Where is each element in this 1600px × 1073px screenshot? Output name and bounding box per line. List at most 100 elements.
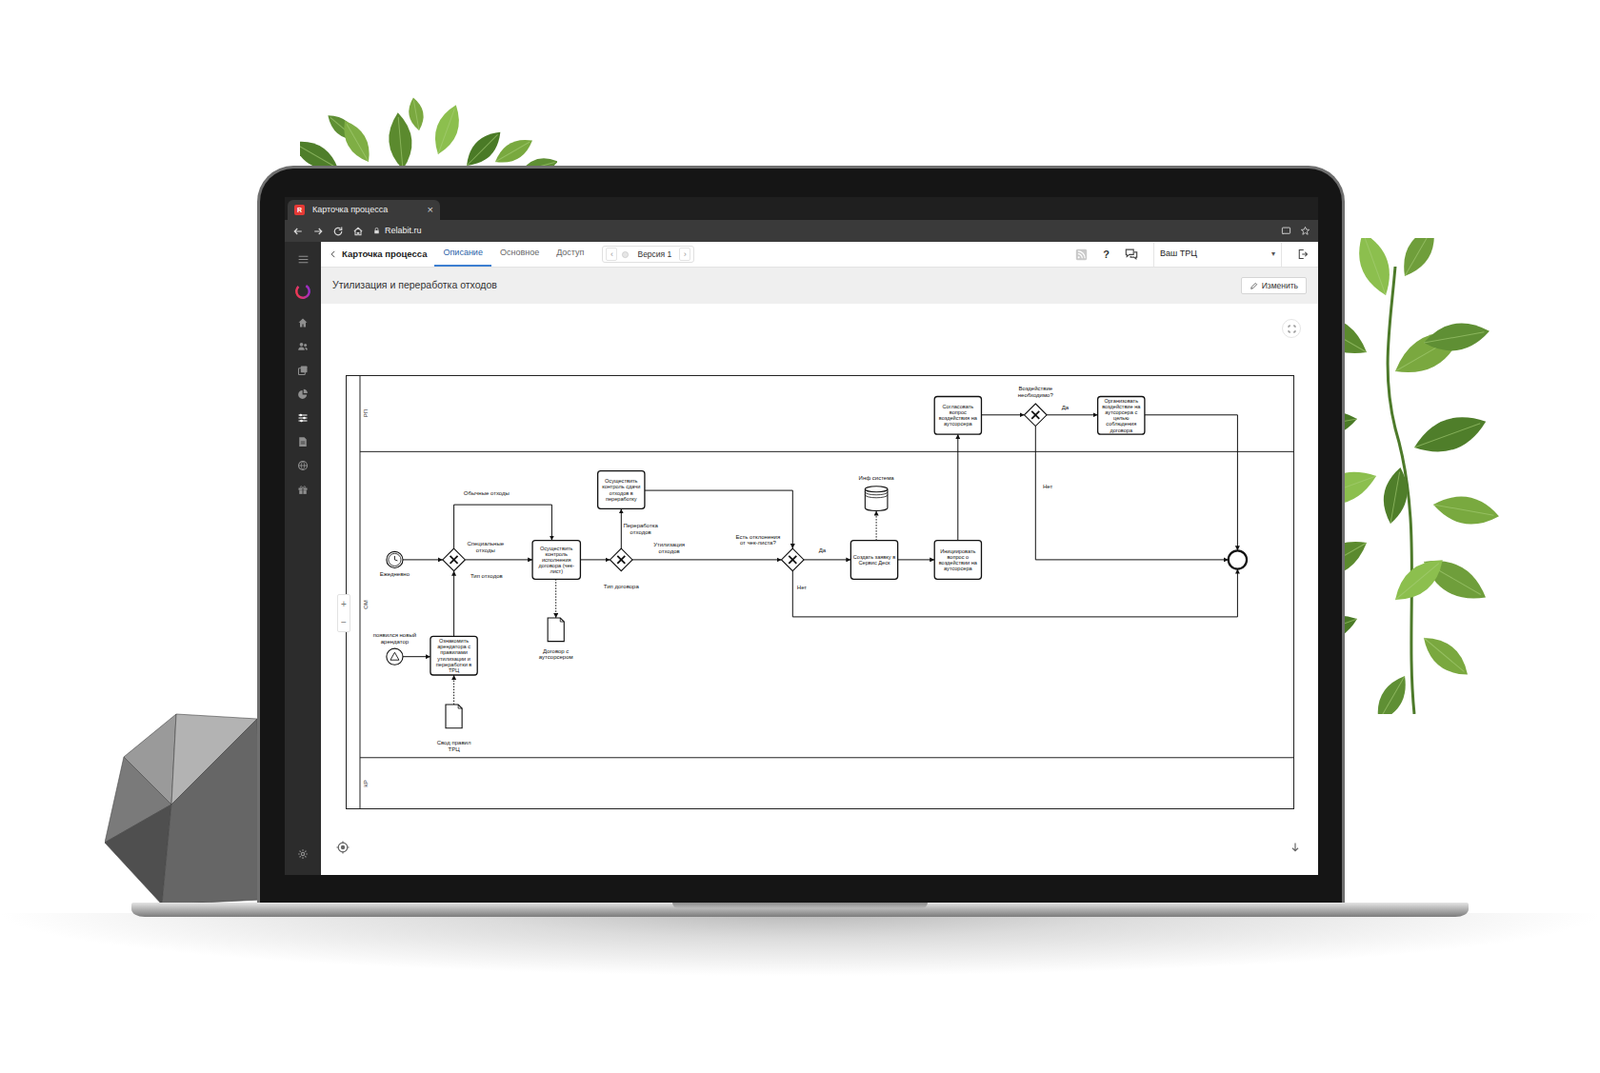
settings-button[interactable] xyxy=(284,841,321,866)
forward-arrow-icon[interactable] xyxy=(312,225,324,238)
version-label: Версия 1 xyxy=(633,248,676,261)
menu-icon[interactable] xyxy=(297,253,310,266)
back-arrow-icon[interactable] xyxy=(292,225,304,238)
browser-tab[interactable]: RКарточка процесса× xyxy=(287,200,440,220)
task-shape xyxy=(934,540,981,580)
app: Карточка процессаОписаниеОсновноеДоступ‹… xyxy=(284,241,1319,876)
task-label[interactable]: Создать заявку в Сервис Деск xyxy=(850,540,898,580)
plant-leaf xyxy=(1409,407,1492,462)
gateway-shape xyxy=(780,548,804,572)
leaf-blade xyxy=(1387,550,1452,610)
leaf-vein xyxy=(1423,332,1484,343)
rss-icon[interactable] xyxy=(1075,248,1088,261)
sidebar-item[interactable] xyxy=(284,358,321,382)
previous-version-button[interactable]: ‹ xyxy=(605,247,618,261)
document-icon[interactable] xyxy=(297,436,309,448)
leaf-blade xyxy=(1431,491,1502,530)
processes-icon[interactable] xyxy=(297,412,309,424)
task-label[interactable]: Согласовать вопрос воздействия на аутсор… xyxy=(934,396,981,435)
gift-icon[interactable] xyxy=(297,483,309,496)
organization-select[interactable]: Ваш ТРЦ▾ xyxy=(1153,242,1282,267)
sidebar-item[interactable] xyxy=(284,381,321,406)
zoom-in-button[interactable]: + xyxy=(338,595,350,614)
store-ring xyxy=(864,492,888,496)
users-icon[interactable] xyxy=(297,340,309,353)
back-button[interactable] xyxy=(328,249,339,260)
chevron-left-icon[interactable] xyxy=(328,249,339,260)
store-ring xyxy=(864,495,888,499)
task-label[interactable]: Организовать воздействие на аутсорсера с… xyxy=(1098,396,1145,435)
header-tab[interactable]: Основное xyxy=(491,241,548,267)
leaf-vein xyxy=(495,141,530,162)
task-label[interactable]: Инициировать вопрос о воздействии на аут… xyxy=(934,540,981,580)
leaf-vein xyxy=(466,134,499,166)
header-tab[interactable]: Доступ xyxy=(547,241,593,267)
vase-facet xyxy=(123,714,177,805)
diagram-canvas[interactable]: +−РПОМКРЕжедневноТип отходовОсуществить … xyxy=(320,303,1319,876)
leaf-vein xyxy=(1414,423,1480,448)
task-box xyxy=(934,540,981,580)
plant-leaf xyxy=(428,101,466,159)
url-field[interactable]: Relabit.ru xyxy=(372,224,1273,239)
zoom-out-button[interactable]: − xyxy=(338,613,350,632)
node-label: Воздействие необходимо? xyxy=(1011,385,1060,399)
process-title: Утилизация и переработка отходов xyxy=(332,278,498,294)
sidebar-item[interactable] xyxy=(284,405,321,430)
bookmark-star-icon[interactable] xyxy=(1300,225,1311,237)
help-button[interactable]: ? xyxy=(1102,246,1110,263)
globe-icon[interactable] xyxy=(297,460,309,472)
clock-hands xyxy=(394,556,398,561)
next-version-button[interactable]: › xyxy=(679,247,691,261)
sidebar-item[interactable] xyxy=(284,453,321,478)
center-view-button[interactable] xyxy=(336,835,350,859)
fullscreen-icon[interactable] xyxy=(1286,323,1298,335)
dropdown-caret[interactable]: ▾ xyxy=(1271,248,1276,260)
arrow-down-icon[interactable] xyxy=(1289,841,1301,854)
sidebar-item[interactable] xyxy=(284,429,321,454)
menu-button[interactable] xyxy=(284,247,321,272)
copy-icon[interactable] xyxy=(297,364,309,377)
chat-icon[interactable] xyxy=(1124,247,1139,261)
flow-label: Да xyxy=(815,547,829,555)
edit-button[interactable]: Изменить xyxy=(1240,277,1307,296)
plant-leaf xyxy=(1395,238,1444,282)
lane-label: КР xyxy=(361,764,371,803)
header-tab[interactable]: Описание xyxy=(434,241,491,267)
top-plant xyxy=(300,87,558,176)
scroll-down-button[interactable] xyxy=(1289,835,1301,859)
association-line xyxy=(555,579,557,619)
header-tools: ? Ваш ТРЦ▾ xyxy=(1075,242,1309,267)
sequence-flow xyxy=(1035,426,1229,560)
gear-icon[interactable] xyxy=(297,848,309,860)
sidebar-item[interactable] xyxy=(284,477,321,501)
version-status-icon xyxy=(620,250,630,260)
home-icon[interactable] xyxy=(352,225,364,238)
logo[interactable] xyxy=(284,279,321,303)
diagram-drawing xyxy=(345,375,1295,810)
target-icon[interactable] xyxy=(336,840,350,855)
gateway-x xyxy=(1031,411,1040,420)
sidebar-item[interactable] xyxy=(284,310,321,335)
home-icon[interactable] xyxy=(297,317,309,329)
fullscreen-button[interactable] xyxy=(1281,319,1301,339)
pool-header-line xyxy=(359,375,360,810)
close-tab-button[interactable]: × xyxy=(427,204,434,216)
task-label[interactable]: Ознакомить арендатора с правилами утилиз… xyxy=(430,636,478,676)
logout-icon[interactable] xyxy=(1297,248,1309,260)
edit-button-label: Изменить xyxy=(1261,280,1299,293)
sequence-flow xyxy=(580,559,610,560)
task-box xyxy=(430,636,478,676)
pencil-icon[interactable] xyxy=(1249,281,1259,291)
task-label[interactable]: Осуществить контроль сдачи отходов в пер… xyxy=(598,471,645,510)
logo-ring-icon[interactable] xyxy=(294,282,312,300)
cast-icon[interactable] xyxy=(1280,225,1292,237)
vase-facet xyxy=(104,804,172,905)
leaf-vein xyxy=(438,108,455,155)
sidebar-item[interactable] xyxy=(284,334,321,359)
task-label[interactable]: Осуществить контроль исполнения договора… xyxy=(532,540,580,580)
chart-icon[interactable] xyxy=(297,388,309,400)
zoom-control: +− xyxy=(337,594,351,633)
node-label: Ежедневно xyxy=(370,571,419,579)
reload-icon[interactable] xyxy=(332,225,344,238)
node-label: Есть отклонения от чек-листа? xyxy=(733,534,783,547)
